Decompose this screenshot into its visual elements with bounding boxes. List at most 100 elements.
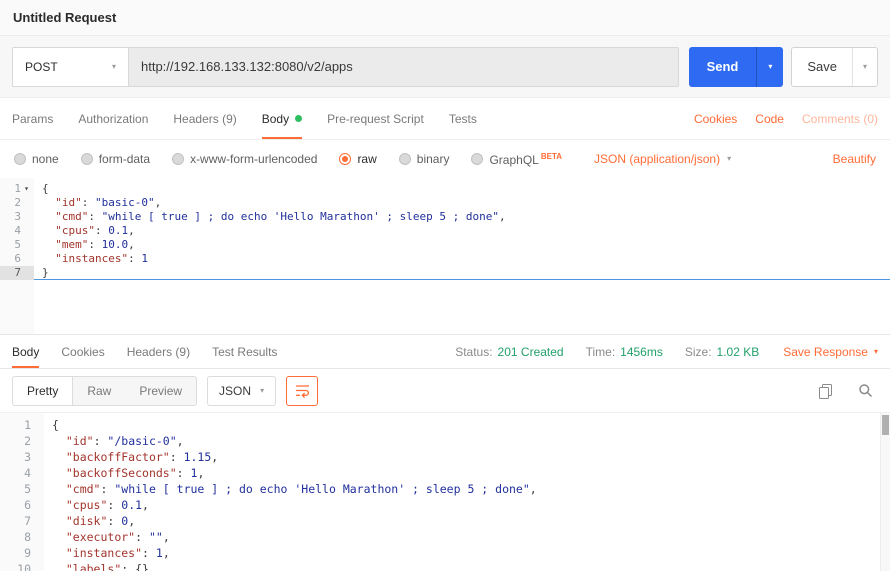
chevron-down-icon: ▾ — [768, 63, 772, 71]
request-builder-row: POST ▾ Send ▾ Save ▾ — [0, 36, 890, 98]
save-response-button[interactable]: Save Response ▾ — [783, 345, 878, 359]
code-line-5: "cmd": "while [ true ] ; do echo 'Hello … — [52, 481, 890, 497]
code-line-9: "instances": 1, — [52, 545, 890, 561]
radio-icon — [172, 153, 184, 165]
view-pretty[interactable]: Pretty — [13, 377, 73, 405]
code-line-7: } — [42, 266, 890, 280]
chevron-down-icon: ▾ — [112, 63, 116, 71]
url-input[interactable] — [128, 47, 679, 87]
gutter-line-7: 7 — [0, 513, 44, 529]
send-options-button[interactable]: ▾ — [756, 47, 783, 87]
tab-authorization[interactable]: Authorization — [78, 98, 148, 139]
request-tabs-bar: Params Authorization Headers (9) Body Pr… — [0, 98, 890, 140]
bodytype-binary[interactable]: binary — [399, 152, 450, 166]
fold-spacer — [21, 196, 32, 210]
response-tab-body[interactable]: Body — [12, 335, 39, 368]
gutter-line-6: 6 — [0, 252, 34, 266]
tab-label: Pre-request Script — [327, 112, 424, 126]
save-options-button[interactable]: ▾ — [852, 48, 877, 86]
radio-icon — [81, 153, 93, 165]
search-button[interactable] — [852, 378, 878, 404]
tab-label: Tests — [449, 112, 477, 126]
size-meta: Size: 1.02 KB — [685, 345, 759, 359]
tab-label: Authorization — [78, 112, 148, 126]
bodytype-form-data[interactable]: form-data — [81, 152, 150, 166]
gutter-line-2: 2 — [0, 196, 34, 210]
gutter-line-3: 3 — [0, 449, 44, 465]
code-line-10: "labels": {}, — [52, 561, 890, 571]
word-wrap-button[interactable] — [286, 376, 318, 406]
response-toolbar: Pretty Raw Preview JSON ▾ — [0, 369, 890, 413]
bodytype-urlencoded[interactable]: x-www-form-urlencoded — [172, 152, 317, 166]
view-raw[interactable]: Raw — [73, 377, 125, 405]
request-tab-links: Cookies Code Comments (0) — [694, 98, 878, 139]
code-line-3: "cmd": "while [ true ] ; do echo 'Hello … — [42, 210, 890, 224]
gutter-line-3: 3 — [0, 210, 34, 224]
gutter-line-6: 6 — [0, 497, 44, 513]
gutter-line-1: 1 — [0, 417, 44, 433]
fold-spacer — [21, 224, 32, 238]
radio-icon — [14, 153, 26, 165]
format-label: JSON — [219, 384, 251, 398]
copy-button[interactable] — [812, 378, 838, 404]
beautify-link[interactable]: Beautify — [833, 152, 876, 166]
fold-spacer — [31, 449, 42, 465]
word-wrap-icon — [295, 384, 310, 398]
fold-spacer — [31, 529, 42, 545]
bodytype-raw[interactable]: raw — [339, 152, 376, 166]
gutter-line-9: 9 — [0, 545, 44, 561]
send-button[interactable]: Send — [689, 47, 757, 87]
tab-params[interactable]: Params — [12, 98, 53, 139]
response-format-select[interactable]: JSON ▾ — [207, 376, 276, 406]
search-icon — [858, 383, 873, 398]
send-split-button: Send ▾ — [689, 47, 784, 87]
tab-headers[interactable]: Headers (9) — [173, 98, 236, 139]
request-body-editor[interactable]: 1▾234567 { "id": "basic-0", "cmd": "whil… — [0, 178, 890, 335]
view-label: Preview — [139, 384, 182, 398]
view-preview[interactable]: Preview — [125, 377, 196, 405]
cookies-link[interactable]: Cookies — [694, 112, 737, 126]
tab-tests[interactable]: Tests — [449, 98, 477, 139]
content-type-label: JSON (application/json) — [594, 152, 720, 166]
tab-body[interactable]: Body — [262, 98, 302, 139]
response-tab-cookies[interactable]: Cookies — [61, 335, 104, 368]
tab-label: Headers (9) — [127, 345, 190, 359]
view-label: Raw — [87, 384, 111, 398]
beta-badge: BETA — [541, 152, 562, 161]
code-link[interactable]: Code — [755, 112, 784, 126]
method-select[interactable]: POST ▾ — [12, 47, 128, 87]
gutter-line-5: 5 — [0, 481, 44, 497]
gutter-line-10: 10 — [0, 561, 44, 571]
fold-spacer — [21, 266, 32, 280]
response-editor-code: { "id": "/basic-0", "backoffFactor": 1.1… — [44, 413, 890, 571]
time-value: 1456ms — [620, 345, 663, 359]
response-view-switcher: Pretty Raw Preview — [12, 376, 197, 406]
time-meta: Time: 1456ms — [586, 345, 663, 359]
comments-link[interactable]: Comments (0) — [802, 112, 878, 126]
content-type-select[interactable]: JSON (application/json) ▾ — [594, 152, 731, 166]
bodytype-graphql[interactable]: GraphQLBETA — [471, 152, 562, 167]
code-line-4: "backoffSeconds": 1, — [52, 465, 890, 481]
gutter-line-4: 4 — [0, 224, 34, 238]
response-tab-test-results[interactable]: Test Results — [212, 335, 277, 368]
fold-caret-icon[interactable]: ▾ — [21, 182, 32, 196]
tab-pre-request-script[interactable]: Pre-request Script — [327, 98, 424, 139]
save-response-label: Save Response — [783, 345, 868, 359]
fold-spacer — [31, 513, 42, 529]
code-line-2: "id": "/basic-0", — [52, 433, 890, 449]
response-tabs-bar: Body Cookies Headers (9) Test Results St… — [0, 335, 890, 369]
bodytype-none[interactable]: none — [14, 152, 59, 166]
size-label: Size: — [685, 345, 712, 359]
chevron-down-icon: ▾ — [874, 348, 878, 356]
code-line-1: { — [42, 182, 890, 196]
request-title-bar: Untitled Request — [0, 0, 890, 36]
tab-label: Headers (9) — [173, 112, 236, 126]
bodytype-urlencoded-label: x-www-form-urlencoded — [190, 152, 317, 166]
scrollbar-thumb[interactable] — [882, 415, 889, 435]
save-button[interactable]: Save — [792, 48, 852, 86]
response-scrollbar[interactable] — [880, 413, 890, 571]
status-value: 201 Created — [498, 345, 564, 359]
request-editor-code[interactable]: { "id": "basic-0", "cmd": "while [ true … — [34, 178, 890, 334]
response-tab-headers[interactable]: Headers (9) — [127, 335, 190, 368]
fold-spacer — [31, 465, 42, 481]
